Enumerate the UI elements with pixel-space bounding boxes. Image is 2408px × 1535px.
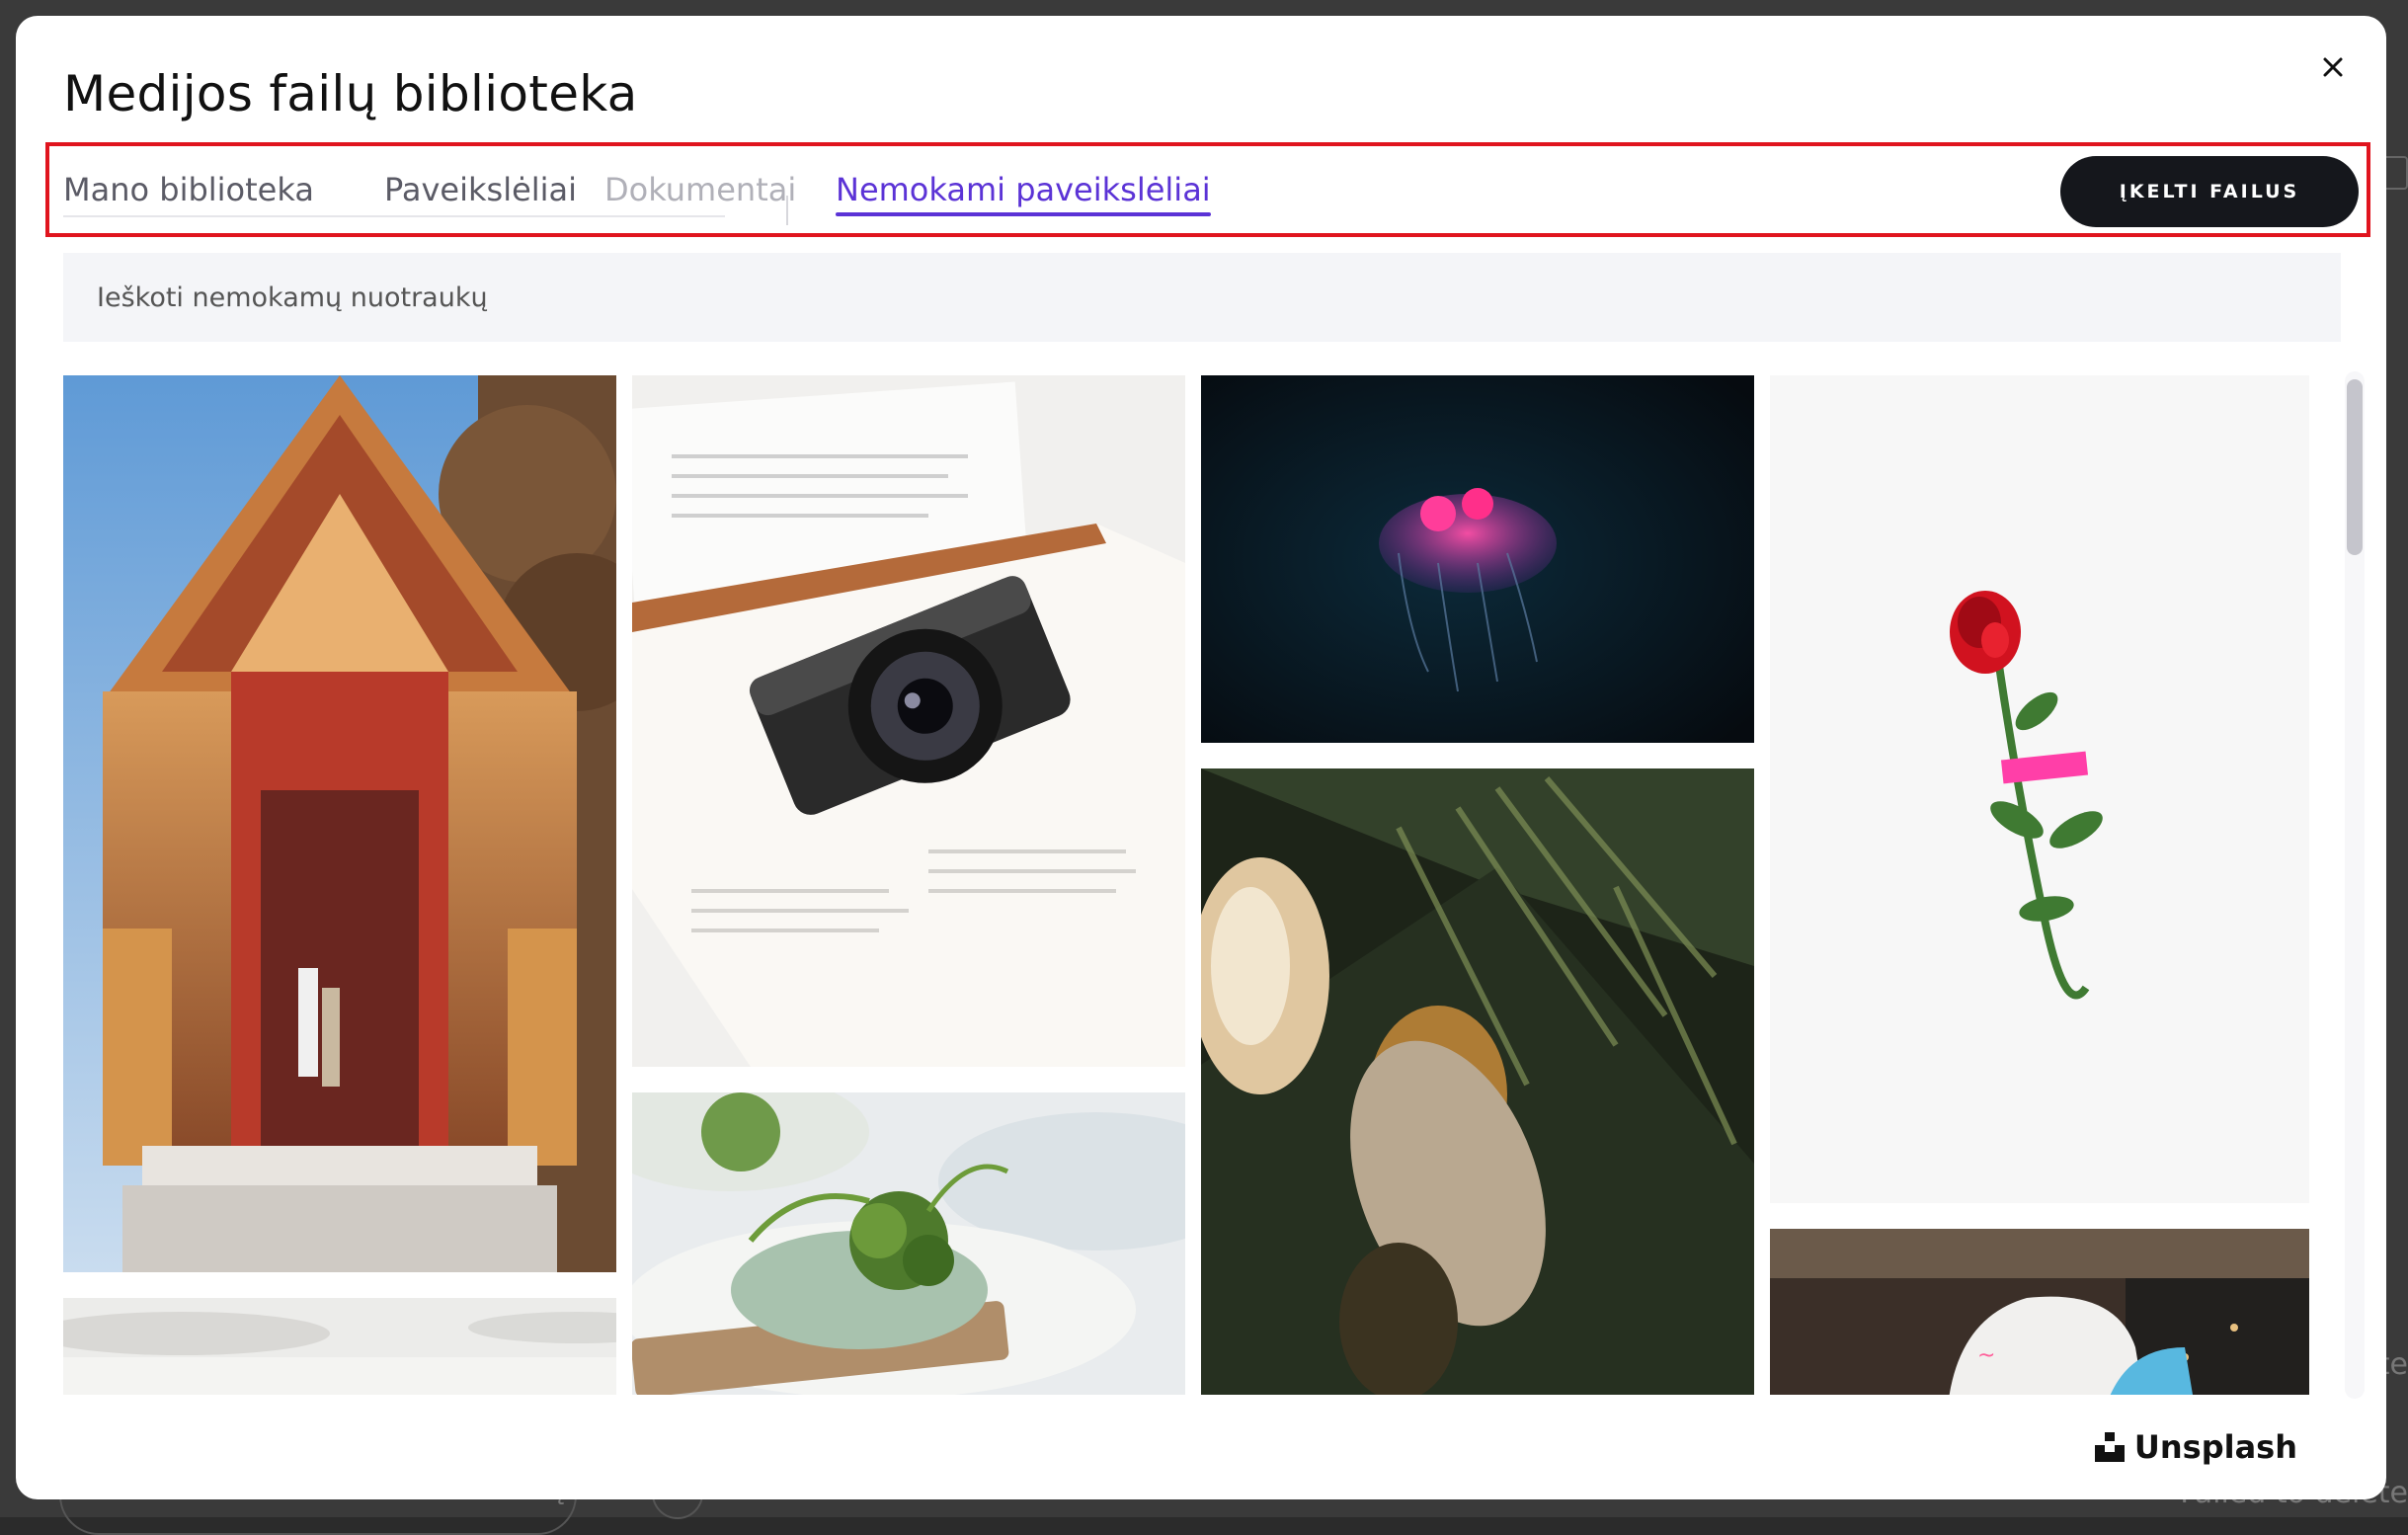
rose-photo[interactable] bbox=[1770, 375, 2309, 1203]
tab-images[interactable]: Paveikslėliai bbox=[384, 168, 577, 211]
tab-toolbar: Mano biblioteka Paveikslėliai Dokumentai… bbox=[45, 142, 2370, 237]
photo-gallery: ~ bbox=[63, 375, 2355, 1395]
close-icon bbox=[2323, 57, 2343, 77]
tab-group-underline bbox=[63, 215, 725, 217]
food-photo[interactable] bbox=[632, 1092, 1185, 1395]
unsplash-name: Unsplash bbox=[2133, 1428, 2297, 1466]
tab-documents[interactable]: Dokumentai bbox=[604, 168, 796, 211]
upload-files-button[interactable]: ĮKELTI FAILUS bbox=[2060, 156, 2359, 227]
blurry-plant-photo[interactable] bbox=[1201, 768, 1754, 1395]
gallery-scrollbar[interactable] bbox=[2347, 379, 2363, 555]
jellyfish-photo[interactable] bbox=[1201, 375, 1754, 743]
close-button[interactable] bbox=[2305, 40, 2361, 95]
modal-title: Medijos failų biblioteka bbox=[63, 65, 638, 122]
free-photo-search-input[interactable] bbox=[63, 253, 2341, 342]
tab-my-library[interactable]: Mano biblioteka bbox=[63, 168, 314, 211]
unsplash-attribution: Unsplash bbox=[2094, 1428, 2297, 1466]
tab-divider bbox=[786, 196, 788, 225]
temple-bottom-photo[interactable] bbox=[63, 1298, 616, 1395]
camera-photo[interactable] bbox=[632, 375, 1185, 1067]
cap-photo[interactable]: ~ bbox=[1770, 1229, 2309, 1395]
svg-text:~: ~ bbox=[1977, 1343, 1995, 1368]
temple-photo[interactable] bbox=[63, 375, 616, 1272]
media-library-modal: Medijos failų biblioteka Mano biblioteka… bbox=[16, 16, 2386, 1499]
unsplash-logo-icon bbox=[2094, 1432, 2125, 1462]
tab-free-images[interactable]: Nemokami paveikslėliai bbox=[836, 168, 1211, 216]
